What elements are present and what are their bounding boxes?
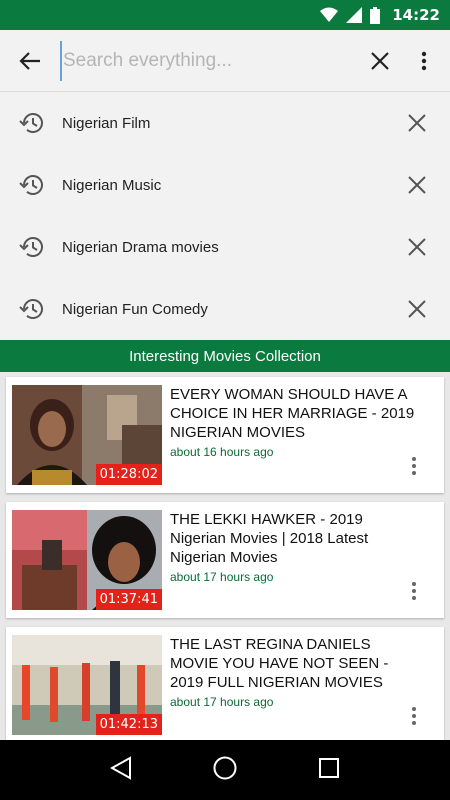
remove-history-button[interactable] — [392, 154, 442, 216]
history-item[interactable]: Nigerian Drama movies — [0, 216, 450, 278]
history-label: Nigerian Drama movies — [62, 238, 219, 256]
history-label: Nigerian Fun Comedy — [62, 300, 208, 318]
close-icon — [408, 176, 426, 194]
history-label: Nigerian Film — [62, 114, 151, 132]
video-more-button[interactable] — [404, 578, 424, 604]
video-posted-time: about 17 hours ago — [170, 570, 274, 584]
system-nav-bar — [0, 740, 450, 800]
video-more-button[interactable] — [404, 453, 424, 479]
close-icon — [371, 51, 389, 70]
more-vert-icon — [412, 582, 416, 600]
video-title: THE LAST REGINA DANIELS MOVIE YOU HAVE N… — [170, 636, 389, 691]
nav-home-button[interactable] — [212, 755, 238, 786]
square-recents-icon — [319, 757, 339, 778]
circle-home-icon — [213, 756, 237, 779]
history-item[interactable]: Nigerian Music — [0, 154, 450, 216]
video-thumbnail[interactable]: 01:37:41 — [12, 510, 162, 610]
video-thumbnail[interactable]: 01:42:13 — [12, 635, 162, 735]
history-icon — [0, 297, 62, 321]
battery-icon — [370, 6, 381, 24]
history-icon — [0, 235, 62, 259]
video-posted-time: about 16 hours ago — [170, 445, 274, 459]
wifi-icon — [320, 7, 339, 22]
video-duration: 01:42:13 — [95, 714, 162, 735]
nav-recents-button[interactable] — [318, 757, 340, 784]
video-card[interactable]: 01:28:02 EVERY WOMAN SHOULD HAVE A CHOIC… — [6, 377, 444, 493]
video-duration: 01:28:02 — [95, 464, 162, 485]
history-item[interactable]: Nigerian Fun Comedy — [0, 278, 450, 340]
video-title: EVERY WOMAN SHOULD HAVE A CHOICE IN HER … — [170, 386, 415, 441]
nav-back-button[interactable] — [109, 755, 132, 785]
video-card[interactable]: 01:42:13 THE LAST REGINA DANIELS MOVIE Y… — [6, 627, 444, 740]
overflow-menu-button[interactable] — [406, 30, 442, 92]
search-input[interactable] — [60, 40, 354, 81]
clear-search-button[interactable] — [354, 30, 406, 92]
arrow-back-icon — [19, 51, 40, 70]
triangle-back-icon — [109, 755, 131, 780]
remove-history-button[interactable] — [392, 216, 442, 278]
back-button[interactable] — [0, 30, 60, 92]
video-card[interactable]: 01:37:41 THE LEKKI HAWKER - 2019 Nigeria… — [6, 502, 444, 618]
history-icon — [0, 111, 62, 135]
history-label: Nigerian Music — [62, 176, 162, 194]
search-bar — [0, 30, 450, 92]
video-more-button[interactable] — [404, 703, 424, 729]
video-posted-time: about 17 hours ago — [170, 695, 274, 709]
search-history-list: Nigerian Film Nigerian Music Nigerian Dr… — [0, 92, 450, 340]
video-duration: 01:37:41 — [95, 589, 162, 610]
close-icon — [408, 300, 426, 318]
signal-icon — [346, 7, 363, 23]
status-bar: 14:22 — [0, 0, 450, 30]
remove-history-button[interactable] — [392, 278, 442, 340]
history-item[interactable]: Nigerian Film — [0, 92, 450, 154]
close-icon — [408, 238, 426, 256]
video-list: 01:28:02 EVERY WOMAN SHOULD HAVE A CHOIC… — [0, 372, 450, 740]
remove-history-button[interactable] — [392, 92, 442, 154]
section-header: Interesting Movies Collection — [0, 340, 450, 372]
more-vert-icon — [412, 707, 416, 725]
video-title: THE LEKKI HAWKER - 2019 Nigerian Movies … — [170, 511, 369, 566]
status-time: 14:22 — [392, 6, 440, 24]
video-thumbnail[interactable]: 01:28:02 — [12, 385, 162, 485]
history-icon — [0, 173, 62, 197]
close-icon — [408, 114, 426, 132]
status-icons: 14:22 — [320, 6, 440, 24]
more-vert-icon — [421, 51, 427, 70]
more-vert-icon — [412, 457, 416, 475]
